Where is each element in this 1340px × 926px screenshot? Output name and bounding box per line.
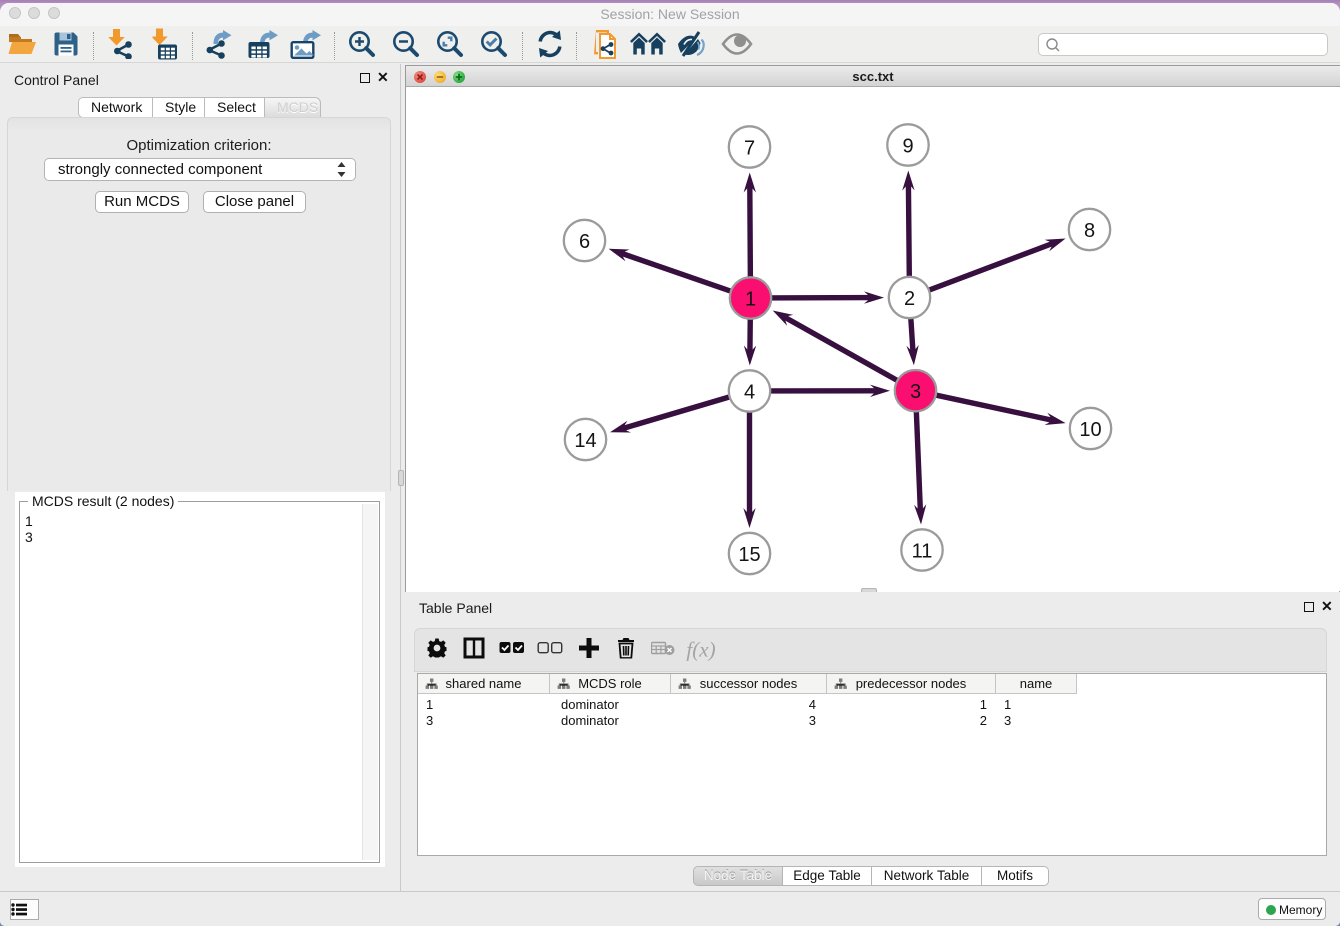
svg-text:4: 4: [744, 382, 755, 404]
svg-text:7: 7: [744, 138, 755, 160]
svg-text:10: 10: [1079, 419, 1101, 441]
svg-text:3: 3: [910, 381, 921, 403]
svg-text:2: 2: [904, 288, 915, 310]
svg-text:6: 6: [579, 231, 590, 253]
svg-text:15: 15: [738, 544, 760, 566]
svg-text:11: 11: [912, 541, 933, 563]
svg-text:8: 8: [1084, 220, 1095, 242]
svg-text:14: 14: [574, 430, 596, 452]
svg-text:1: 1: [745, 289, 756, 311]
svg-text:9: 9: [902, 136, 913, 158]
